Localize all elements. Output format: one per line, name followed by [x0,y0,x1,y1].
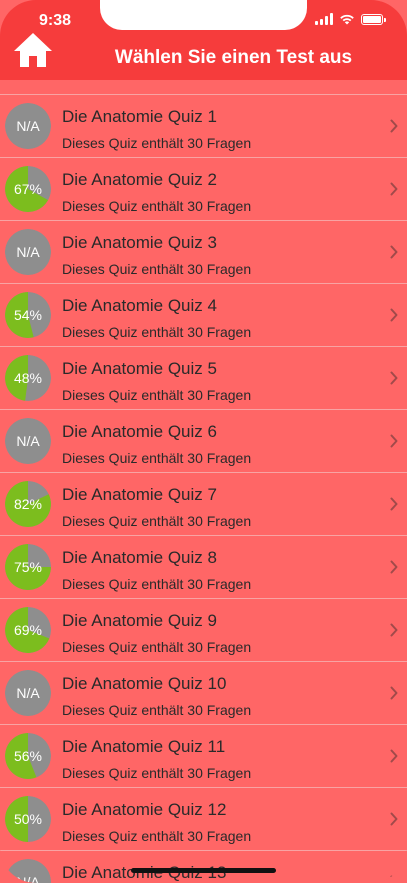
chevron-right-icon [390,812,398,826]
list-item[interactable]: N/A Die Anatomie Quiz 10 Dieses Quiz enthä… [0,662,407,725]
score-label: N/A [16,118,40,134]
chevron-right-icon [390,434,398,448]
quiz-title: Die Anatomie Quiz 11 [62,737,226,756]
home-icon[interactable] [12,30,54,70]
quiz-subtitle: Dieses Quiz enthält 30 Fragen [62,450,252,466]
list-item[interactable]: 82% Die Anatomie Quiz 7 Dieses Quiz enthäl… [0,473,407,536]
score-badge: N/A [5,229,51,275]
score-badge: 56% [5,733,51,779]
score-badge: N/A [5,418,51,464]
score-label: 50% [13,811,43,827]
quiz-subtitle: Dieses Quiz enthält 30 Fragen [62,576,252,592]
score-badge: 67% [5,166,51,212]
quiz-subtitle: Dieses Quiz enthält 30 Fragen [62,387,252,403]
chevron-right-icon [390,749,398,763]
chevron-right-icon [390,245,398,259]
home-indicator [131,868,276,873]
list-item[interactable]: 54% Die Anatomie Quiz 4 Dieses Quiz enthäl… [0,284,407,347]
quiz-title: Die Anatomie Quiz 9 [62,611,217,630]
list-item[interactable]: N/A Die Anatomie Quiz 13 [0,851,407,883]
list-item[interactable]: 56% Die Anatomie Quiz 11 Dieses Quiz enthä… [0,725,407,788]
quiz-subtitle: Dieses Quiz enthält 30 Fragen [62,828,252,844]
score-label: N/A [16,874,40,883]
status-time: 9:38 [39,12,72,29]
quiz-title: Die Anatomie Quiz 10 [62,674,227,693]
quiz-title: Die Anatomie Quiz 13 [62,863,226,882]
quiz-title: Die Anatomie Quiz 1 [62,107,217,126]
device-notch [100,0,307,30]
chevron-right-icon [390,308,398,322]
score-badge: N/A [5,859,51,883]
score-label: 69% [13,622,43,638]
quiz-title: Die Anatomie Quiz 3 [62,233,217,252]
score-badge: N/A [5,670,51,716]
score-label: 67% [13,181,43,197]
quiz-subtitle: Dieses Quiz enthält 30 Fragen [62,135,252,151]
quiz-title: Die Anatomie Quiz 2 [62,170,217,189]
navigation-bar: 9:38 Wählen Sie einen Test aus [0,0,407,80]
score-badge: 50% [5,796,51,842]
cellular-signal-icon [315,13,333,25]
score-badge: 82% [5,481,51,527]
app-screen: 9:38 Wählen Sie einen Test aus N/A Die An… [0,0,407,883]
quiz-list: N/A Die Anatomie Quiz 1 Dieses Quiz enthäl… [0,94,407,883]
quiz-title: Die Anatomie Quiz 7 [62,485,217,504]
quiz-title: Die Anatomie Quiz 12 [62,800,227,819]
score-label: 82% [13,496,43,512]
quiz-subtitle: Dieses Quiz enthält 30 Fragen [62,513,252,529]
chevron-right-icon [390,686,398,700]
list-item[interactable]: N/A Die Anatomie Quiz 3 Dieses Quiz enthäl… [0,221,407,284]
page-title: Wählen Sie einen Test aus [114,47,353,68]
list-item[interactable]: 48% Die Anatomie Quiz 5 Dieses Quiz enthäl… [0,347,407,410]
score-badge: 69% [5,607,51,653]
chevron-right-icon [390,119,398,133]
list-item[interactable]: 50% Die Anatomie Quiz 12 Dieses Quiz enthä… [0,788,407,851]
battery-icon [361,13,386,25]
quiz-title: Die Anatomie Quiz 8 [62,548,217,567]
quiz-title: Die Anatomie Quiz 4 [62,296,217,315]
score-badge: 54% [5,292,51,338]
quiz-subtitle: Dieses Quiz enthält 30 Fragen [62,324,252,340]
score-label: N/A [16,685,40,701]
score-label: 56% [13,748,43,764]
score-label: N/A [16,244,40,260]
list-item[interactable]: N/A Die Anatomie Quiz 6 Dieses Quiz enthäl… [0,410,407,473]
score-label: 54% [13,307,43,323]
status-icons [315,13,386,25]
chevron-right-icon [390,371,398,385]
list-item[interactable]: 69% Die Anatomie Quiz 9 Dieses Quiz enthäl… [0,599,407,662]
score-badge: N/A [5,103,51,149]
quiz-subtitle: Dieses Quiz enthält 30 Fragen [62,702,252,718]
quiz-subtitle: Dieses Quiz enthält 30 Fragen [62,198,252,214]
score-badge: 48% [5,355,51,401]
score-label: 48% [13,370,43,386]
list-item[interactable]: 67% Die Anatomie Quiz 2 Dieses Quiz enthäl… [0,158,407,221]
quiz-title: Die Anatomie Quiz 6 [62,422,217,441]
chevron-right-icon [390,497,398,511]
score-badge: 75% [5,544,51,590]
chevron-right-icon [390,560,398,574]
score-label: N/A [16,433,40,449]
list-item[interactable]: N/A Die Anatomie Quiz 1 Dieses Quiz enthäl… [0,94,407,158]
wifi-icon [340,14,354,25]
quiz-title: Die Anatomie Quiz 5 [62,359,217,378]
score-label: 75% [13,559,43,575]
list-item[interactable]: 75% Die Anatomie Quiz 8 Dieses Quiz enthäl… [0,536,407,599]
quiz-subtitle: Dieses Quiz enthält 30 Fragen [62,639,252,655]
chevron-right-icon [390,875,398,883]
chevron-right-icon [390,182,398,196]
chevron-right-icon [390,623,398,637]
quiz-subtitle: Dieses Quiz enthält 30 Fragen [62,765,252,781]
quiz-subtitle: Dieses Quiz enthält 30 Fragen [62,261,252,277]
